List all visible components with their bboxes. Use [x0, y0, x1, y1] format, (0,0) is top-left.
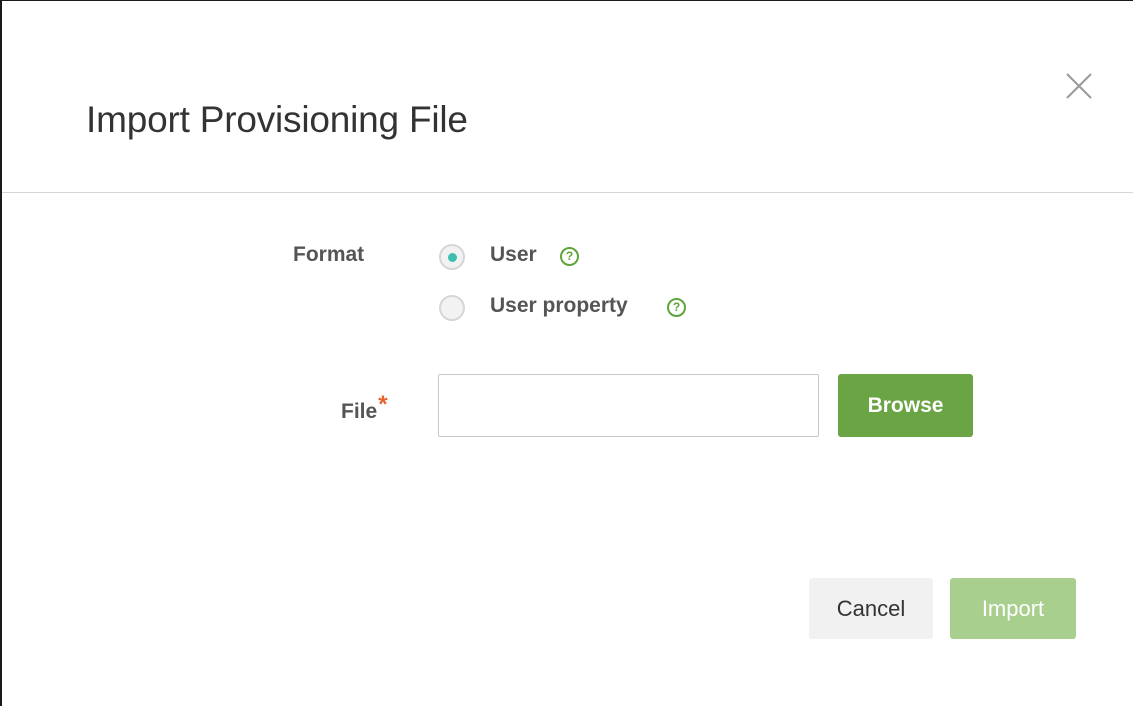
- help-icon[interactable]: ?: [667, 298, 686, 317]
- close-icon[interactable]: [1062, 69, 1096, 103]
- format-user-label[interactable]: User: [490, 243, 537, 267]
- file-label: File*: [341, 391, 388, 425]
- import-button[interactable]: Import: [950, 578, 1076, 639]
- format-user-radio[interactable]: [439, 244, 465, 270]
- file-label-text: File: [341, 400, 378, 423]
- import-provisioning-dialog: Import Provisioning File Format User ? U…: [0, 0, 1133, 706]
- dialog-title: Import Provisioning File: [86, 99, 468, 140]
- format-user-property-radio[interactable]: [439, 295, 465, 321]
- header-divider: [2, 192, 1133, 193]
- format-label: Format: [293, 243, 365, 266]
- format-user-property-label[interactable]: User property: [490, 294, 628, 318]
- file-path-input[interactable]: [438, 374, 819, 437]
- browse-button[interactable]: Browse: [838, 374, 973, 437]
- help-icon[interactable]: ?: [560, 247, 579, 266]
- required-asterisk: *: [378, 391, 388, 418]
- cancel-button[interactable]: Cancel: [809, 578, 933, 639]
